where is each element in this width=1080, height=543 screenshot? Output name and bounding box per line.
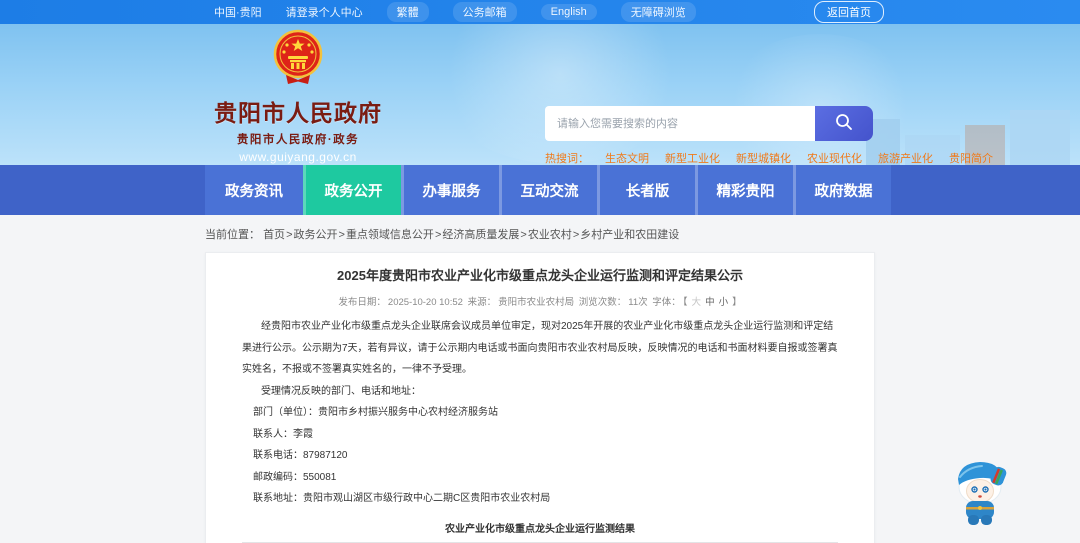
nav-tab-4[interactable]: 长者版	[597, 165, 695, 215]
breadcrumb-item-4[interactable]: 农业农村	[528, 229, 572, 241]
source-value: 贵阳市农业农村局	[498, 297, 575, 309]
breadcrumb-separator: >	[572, 229, 580, 241]
contact-line-3: 邮政编码：550081	[253, 471, 337, 483]
breadcrumb-item-3[interactable]: 经济高质量发展	[442, 229, 519, 241]
search-area: 热搜词： 生态文明 新型工业化 新型城镇化 农业现代化 旅游产业化 贵阳简介	[545, 106, 993, 165]
hot-search-term-4[interactable]: 旅游产业化	[878, 150, 933, 165]
article-title: 2025年度贵阳市农业产业化市级重点龙头企业运行监测和评定结果公示	[337, 268, 743, 283]
breadcrumb-item-2[interactable]: 重点领域信息公开	[346, 229, 434, 241]
nav-tab-5[interactable]: 精彩贵阳	[695, 165, 793, 215]
table-caption: 农业产业化市级重点龙头企业运行监测结果	[445, 523, 635, 535]
site-title: 贵阳市人民政府	[214, 100, 382, 126]
font-size-option-2[interactable]: 小	[719, 297, 729, 308]
article-paragraphs: 经贵阳市农业产业化市级重点龙头企业联席会议成员单位审定，现对2025年开展的农业…	[242, 316, 838, 402]
mascot-character-icon	[948, 462, 1012, 531]
breadcrumb-item-0[interactable]: 首页	[263, 229, 285, 241]
nav-tab-2[interactable]: 办事服务	[401, 165, 499, 215]
article-card: 2025年度贵阳市农业产业化市级重点龙头企业运行监测和评定结果公示 发布日期： 2…	[205, 252, 875, 543]
topbar-link-4[interactable]: English	[540, 4, 597, 20]
breadcrumb-separator: >	[520, 229, 527, 241]
breadcrumb-separator: >	[434, 229, 442, 241]
header-banner: 贵阳市人民政府 贵阳市人民政府·政务 www.guiyang.gov.cn 热搜…	[0, 24, 1080, 165]
breadcrumb-separator: >	[286, 229, 293, 241]
hot-search-term-2[interactable]: 新型城镇化	[736, 150, 791, 165]
breadcrumb-separator: >	[338, 229, 345, 241]
breadcrumb: 当前位置： 首页>政务公开>重点领域信息公开>经济高质量发展>农业农村>乡村产业…	[0, 215, 1080, 252]
font-label: 字体：	[652, 297, 681, 309]
bracket: 【	[682, 297, 688, 309]
hot-search-row: 热搜词： 生态文明 新型工业化 新型城镇化 农业现代化 旅游产业化 贵阳简介	[545, 150, 993, 165]
font-size-option-1[interactable]: 中	[705, 297, 715, 308]
breadcrumb-label: 当前位置：	[205, 229, 260, 241]
views-label: 浏览次数：	[578, 297, 627, 309]
topbar-link-3[interactable]: 公务邮箱	[452, 2, 517, 22]
article-meta: 发布日期： 2025-10-20 10:52 来源： 贵阳市农业农村局 浏览次数： 1…	[242, 294, 838, 308]
hot-search-label: 热搜词：	[545, 153, 589, 165]
skyline-silhouette	[1010, 110, 1070, 165]
nav-tab-3[interactable]: 互动交流	[499, 165, 597, 215]
topbar: 中国·贵阳 请登录个人中心 繁體 公务邮箱 English 无障碍浏览 返回首页	[0, 0, 1080, 24]
site-logo[interactable]: 贵阳市人民政府 贵阳市人民政府·政务 www.guiyang.gov.cn	[212, 29, 384, 164]
breadcrumb-item-5[interactable]: 乡村产业和农田建设	[580, 229, 679, 241]
source-label: 来源：	[467, 297, 497, 309]
publish-date-label: 发布日期：	[338, 297, 386, 309]
views-value: 11次	[628, 297, 648, 309]
article-contact-lines: 部门（单位）：贵阳市乡村振兴服务中心农村经济服务站 联系人：李霞联系电话：8798…	[242, 402, 838, 510]
contact-line-0: 部门（单位）：贵阳市乡村振兴服务中心农村经济服务站	[253, 407, 498, 419]
topbar-links: 中国·贵阳 请登录个人中心 繁體 公务邮箱 English 无障碍浏览	[214, 2, 696, 22]
contact-line-2: 联系电话：87987120	[253, 450, 348, 462]
search-button[interactable]	[815, 106, 873, 141]
return-home-button[interactable]: 返回首页	[814, 1, 884, 23]
hot-search-term-0[interactable]: 生态文明	[605, 150, 649, 165]
article-paragraph-0: 经贵阳市农业产业化市级重点龙头企业联席会议成员单位审定，现对2025年开展的农业…	[242, 321, 838, 376]
topbar-link-1[interactable]: 请登录个人中心	[286, 4, 363, 20]
search-icon	[834, 112, 854, 135]
topbar-link-0[interactable]: 中国·贵阳	[214, 4, 262, 20]
search-input[interactable]	[545, 106, 815, 141]
breadcrumb-item-1[interactable]: 政务公开	[294, 229, 338, 241]
topbar-link-2[interactable]: 繁體	[386, 2, 429, 22]
breadcrumb-path: 首页>政务公开>重点领域信息公开>经济高质量发展>农业农村>乡村产业和农田建设	[263, 229, 679, 241]
hot-search-terms: 生态文明 新型工业化 新型城镇化 农业现代化 旅游产业化 贵阳简介	[605, 150, 993, 165]
article-body: 经贵阳市农业产业化市级重点龙头企业联席会议成员单位审定，现对2025年开展的农业…	[242, 316, 838, 510]
article-paragraph-1: 受理情况反映的部门、电话和地址：	[261, 385, 421, 397]
contact-line-4: 联系地址：贵阳市观山湖区市级行政中心二期C区贵阳市农业农村局	[253, 493, 551, 505]
font-size-options: 大中小	[690, 297, 731, 308]
contact-line-1: 联系人：李霞	[253, 428, 313, 440]
hot-search-term-5[interactable]: 贵阳简介	[949, 150, 993, 165]
mascot-widget[interactable]	[948, 453, 1012, 527]
site-subtitle: 贵阳市人民政府·政务	[236, 134, 360, 146]
main-navigation: 政务资讯 政务公开 办事服务 互动交流 长者版 精彩贵阳 政府数据	[0, 165, 1080, 215]
national-emblem-icon	[272, 29, 324, 91]
nav-tab-6[interactable]: 政府数据	[793, 165, 891, 215]
font-size-option-0[interactable]: 大	[692, 297, 702, 308]
publish-date: 2025-10-20 10:52	[387, 297, 463, 309]
hot-search-term-1[interactable]: 新型工业化	[665, 150, 720, 165]
hot-search-term-3[interactable]: 农业现代化	[807, 150, 862, 165]
bracket: 】	[732, 297, 742, 309]
nav-tab-1[interactable]: 政务公开	[303, 165, 401, 215]
nav-tabs: 政务资讯 政务公开 办事服务 互动交流 长者版 精彩贵阳 政府数据	[205, 165, 891, 215]
site-url: www.guiyang.gov.cn	[239, 150, 357, 164]
nav-tab-0[interactable]: 政务资讯	[205, 165, 303, 215]
topbar-link-5[interactable]: 无障碍浏览	[620, 2, 696, 22]
